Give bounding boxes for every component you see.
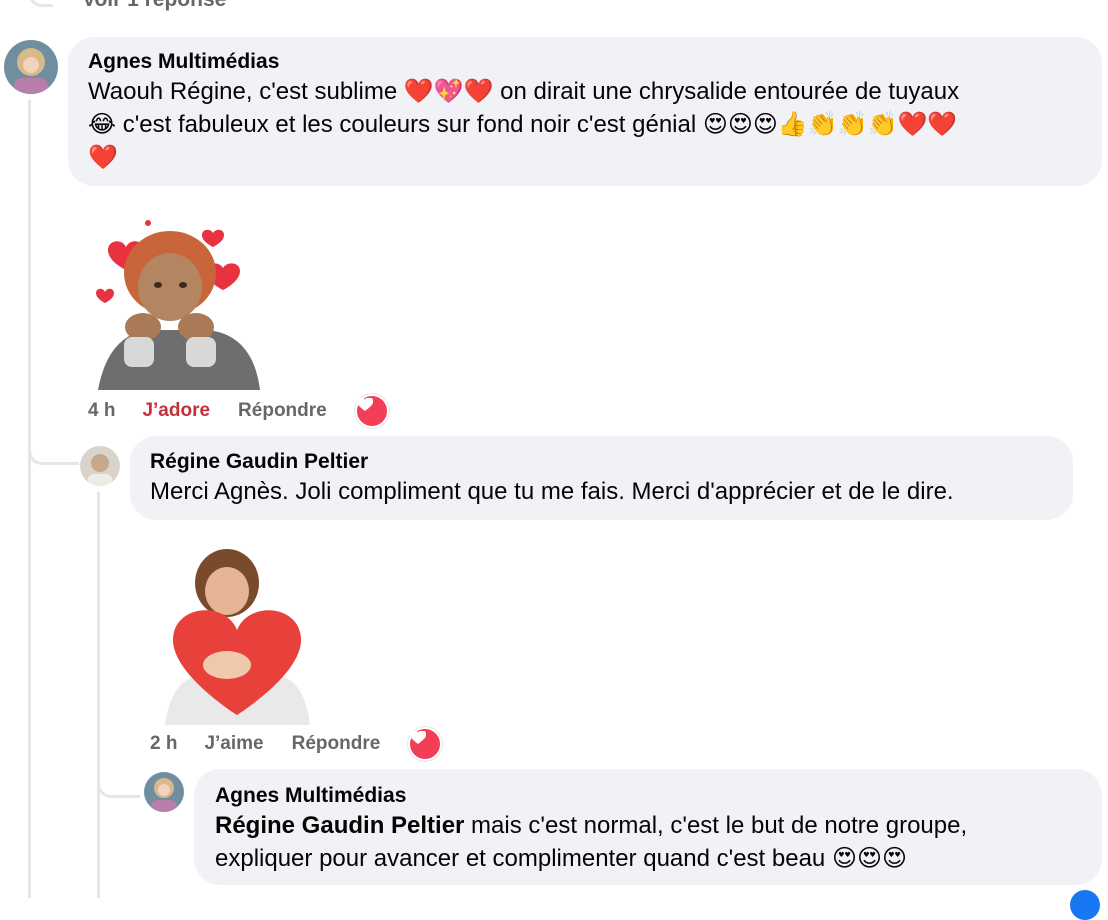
avatar[interactable]: [144, 772, 184, 812]
comment-bubble: Régine Gaudin Peltier Merci Agnès. Joli …: [130, 436, 1073, 520]
comment-text-line: expliquer pour avancer et complimenter q…: [215, 845, 908, 872]
react-button[interactable]: J’adore: [142, 400, 210, 422]
like-button[interactable]: J’aime: [204, 733, 263, 755]
thread-line-main: [28, 100, 31, 898]
reply-button[interactable]: Répondre: [292, 733, 381, 755]
comment-author[interactable]: Agnes Multimédias: [88, 49, 1082, 75]
love-sticker: [88, 215, 263, 390]
comment-text-line: Régine Gaudin Peltier mais c'est normal,…: [215, 809, 1081, 842]
comment-author[interactable]: Régine Gaudin Peltier: [150, 449, 1053, 475]
comment-bubble: Agnes Multimédias Waouh Régine, c'est su…: [68, 37, 1102, 186]
comment-bubble: Agnes Multimédias Régine Gaudin Peltier …: [194, 769, 1102, 885]
comment-actions: 4 h J’adore Répondre: [88, 394, 389, 428]
comment-text: mais c'est normal, c'est le but de notre…: [464, 812, 968, 839]
view-replies-link[interactable]: Voir 1 réponse: [82, 0, 226, 12]
thread-line-nested: [97, 492, 100, 898]
comment-time[interactable]: 4 h: [88, 400, 115, 422]
comment-text-line: Waouh Régine, c'est sublime ❤️💖❤️ on dir…: [88, 78, 960, 105]
thread-curve-top: [28, 0, 53, 7]
avatar[interactable]: [4, 40, 58, 94]
scroll-indicator[interactable]: [1070, 890, 1100, 920]
heart-reaction-icon[interactable]: [408, 727, 443, 761]
mention-link[interactable]: Régine Gaudin Peltier: [215, 812, 464, 839]
comment-text-line: ❤️: [88, 144, 118, 171]
comment-text: Merci Agnès. Joli compliment que tu me f…: [150, 478, 954, 505]
comment-text-line: 😂 c'est fabuleux et les couleurs sur fon…: [88, 111, 958, 138]
thread-curve-reply1: [28, 420, 79, 465]
thread-curve-reply2: [97, 755, 140, 798]
comment-actions: 2 h J’aime Répondre: [150, 727, 443, 761]
comment-author[interactable]: Agnes Multimédias: [215, 783, 1081, 809]
heart-hug-sticker: [165, 545, 310, 725]
reply-button[interactable]: Répondre: [238, 400, 327, 422]
heart-reaction-icon[interactable]: [354, 394, 389, 428]
comment-time[interactable]: 2 h: [150, 733, 177, 755]
avatar[interactable]: [80, 446, 120, 486]
